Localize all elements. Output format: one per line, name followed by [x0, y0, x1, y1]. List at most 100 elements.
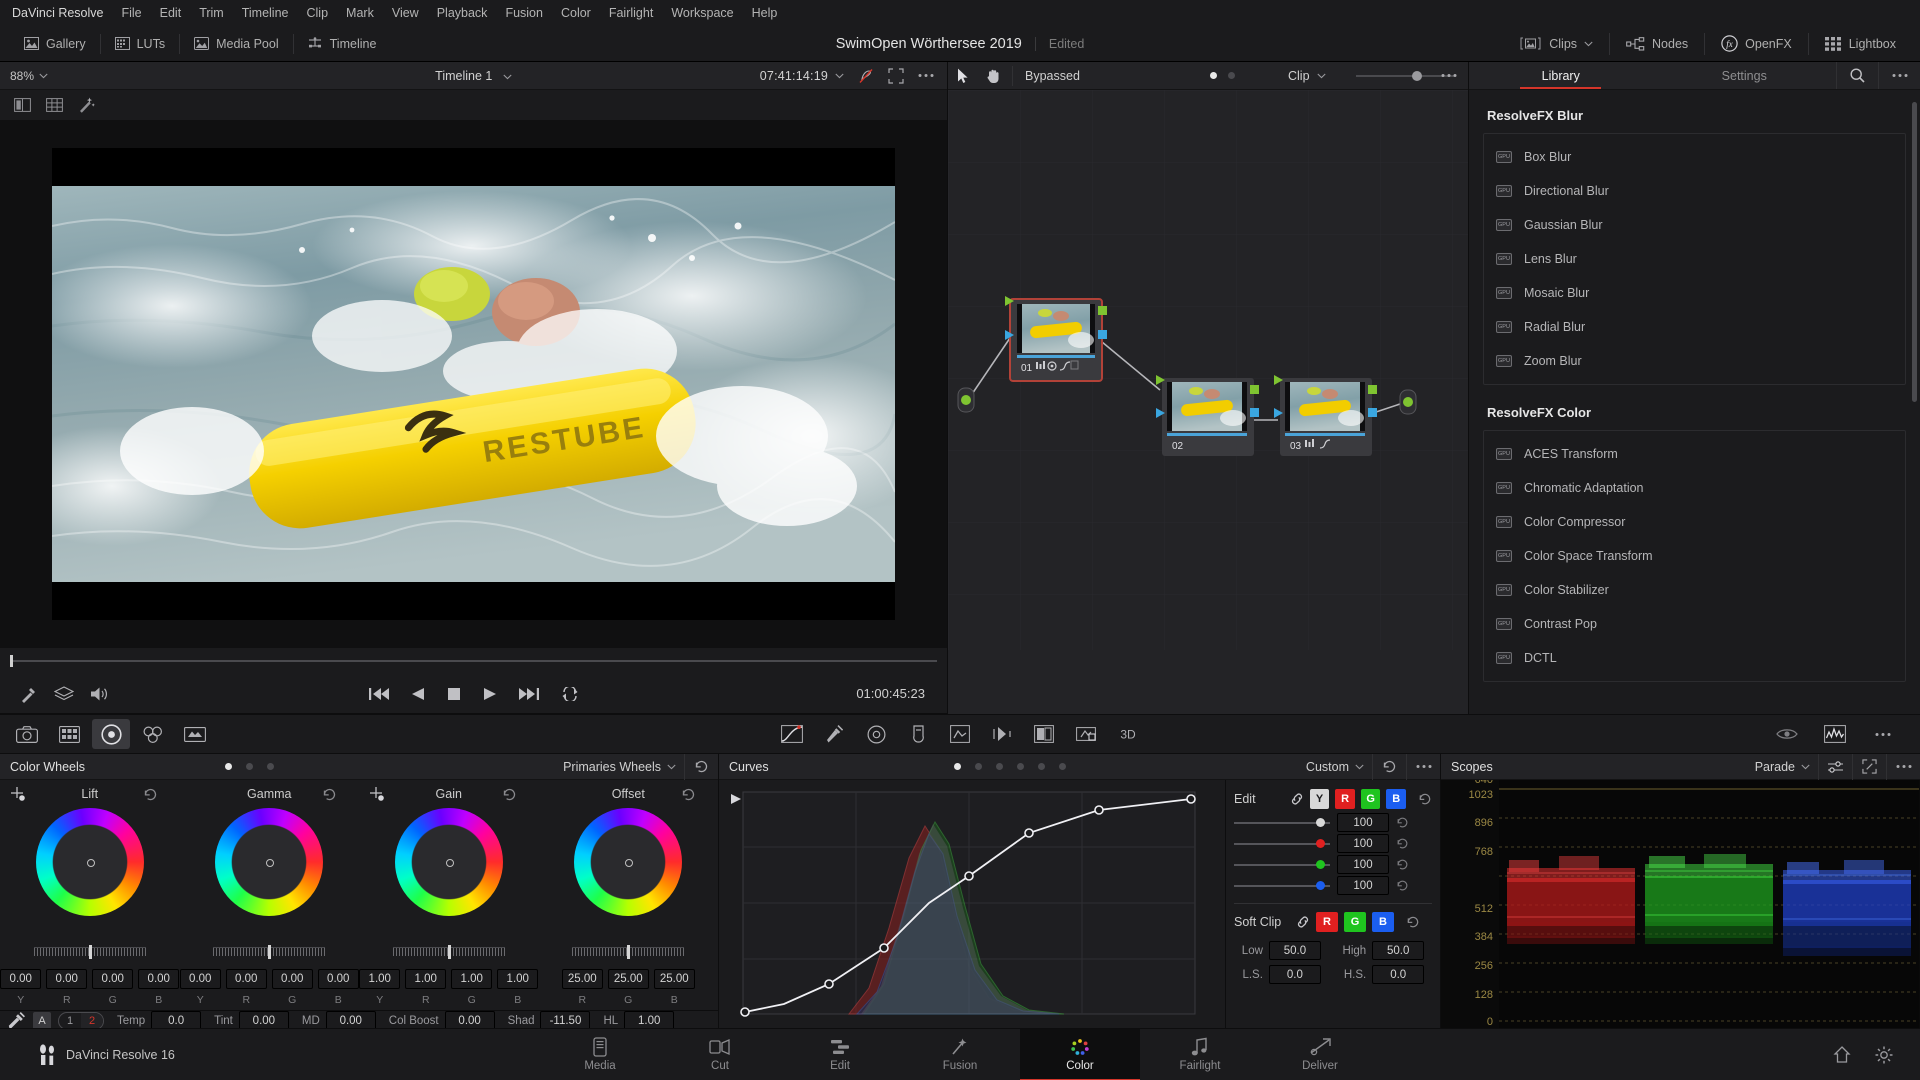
reset-icon[interactable] — [1396, 879, 1409, 892]
offset-value-g[interactable]: 25.00 — [607, 969, 649, 989]
timeline-button[interactable]: Timeline — [294, 31, 391, 57]
stereo-3d-icon[interactable]: 3D — [1109, 719, 1147, 749]
curve-graph[interactable] — [719, 780, 1225, 1028]
qualifier-icon[interactable] — [815, 719, 853, 749]
magic-mask-icon[interactable] — [941, 719, 979, 749]
menu-item-timeline[interactable]: Timeline — [233, 0, 298, 26]
slider-track-r[interactable] — [1234, 838, 1330, 848]
library-item-mosaic-blur[interactable]: GPU Mosaic Blur — [1484, 276, 1905, 310]
more-options-icon[interactable] — [1886, 753, 1920, 780]
gamma-value-b[interactable]: 0.00 — [317, 969, 359, 989]
slider-value-y[interactable]: 100 — [1337, 813, 1389, 832]
menu-item-edit[interactable]: Edit — [151, 0, 191, 26]
link-icon[interactable] — [1296, 916, 1310, 928]
gain-wheel[interactable] — [394, 808, 503, 916]
skip-to-start-icon[interactable] — [368, 687, 389, 701]
reset-icon[interactable] — [322, 787, 337, 802]
channel-chip-g[interactable]: G — [1360, 789, 1381, 809]
page-dot[interactable] — [1058, 763, 1066, 770]
node-size-slider-knob[interactable] — [1412, 70, 1422, 81]
page-dot[interactable] — [1210, 72, 1217, 79]
power-window-icon[interactable] — [857, 719, 895, 749]
reset-icon[interactable] — [502, 787, 517, 802]
library-item-color-space-transform[interactable]: GPU Color Space Transform — [1484, 539, 1905, 573]
nodes-button[interactable]: Nodes — [1610, 31, 1704, 57]
library-item-directional-blur[interactable]: GPU Directional Blur — [1484, 174, 1905, 208]
lift-wheel[interactable] — [35, 808, 144, 916]
soft-clip-chip-b[interactable]: B — [1372, 912, 1394, 932]
library-item-chromatic-adaptation[interactable]: GPU Chromatic Adaptation — [1484, 471, 1905, 505]
soft-clip-ls-value[interactable]: 0.0 — [1268, 965, 1321, 984]
gamma-wheel[interactable] — [215, 808, 324, 916]
split-screen-icon[interactable] — [8, 93, 36, 117]
clips-button[interactable]: Clips — [1503, 31, 1609, 57]
slider-knob-y[interactable] — [1316, 817, 1325, 827]
slider-value-r[interactable]: 100 — [1337, 834, 1389, 853]
menu-item-clip[interactable]: Clip — [298, 0, 338, 26]
channel-chip-y[interactable]: Y — [1309, 789, 1330, 809]
library-item-lens-blur[interactable]: GPU Lens Blur — [1484, 242, 1905, 276]
zoom-selector[interactable]: 88% — [0, 69, 48, 83]
grid-icon[interactable] — [40, 93, 68, 117]
reset-icon[interactable] — [1418, 792, 1432, 806]
slider-knob[interactable] — [447, 944, 451, 959]
menu-item-trim[interactable]: Trim — [190, 0, 233, 26]
openfx-button[interactable]: fx OpenFX — [1705, 31, 1808, 57]
enhance-icon[interactable] — [72, 93, 100, 117]
reset-icon[interactable] — [1396, 816, 1409, 829]
lift-value-b[interactable]: 0.00 — [138, 969, 180, 989]
library-item-box-blur[interactable]: GPU Box Blur — [1484, 140, 1905, 174]
curves-icon[interactable] — [773, 719, 811, 749]
version-1[interactable]: 1 — [59, 1013, 81, 1029]
reset-icon[interactable] — [681, 787, 696, 802]
sizing-icon[interactable] — [1067, 719, 1105, 749]
node-graph-canvas[interactable]: 01 02 03 — [948, 90, 1468, 714]
node-page-dots[interactable] — [1210, 72, 1235, 79]
scrubber-row[interactable] — [0, 648, 947, 674]
slider-track-g[interactable] — [1234, 859, 1330, 869]
menu-item-brand[interactable]: DaVinci Resolve — [10, 0, 112, 26]
menu-item-mark[interactable]: Mark — [337, 0, 383, 26]
menu-item-workspace[interactable]: Workspace — [662, 0, 742, 26]
gamma-value-g[interactable]: 0.00 — [271, 969, 313, 989]
play-icon[interactable] — [483, 687, 497, 701]
library-scrollbar[interactable] — [1912, 102, 1917, 402]
media-pool-button[interactable]: Media Pool — [180, 31, 293, 57]
page-dot[interactable] — [953, 763, 961, 770]
slider-value-g[interactable]: 100 — [1337, 855, 1389, 874]
lift-master-slider[interactable] — [33, 944, 146, 959]
slider-track-b[interactable] — [1234, 880, 1330, 890]
page-dot[interactable] — [224, 763, 232, 770]
page-color[interactable]: Color — [1020, 1028, 1140, 1080]
link-icon[interactable] — [1290, 793, 1304, 805]
menu-item-color[interactable]: Color — [552, 0, 600, 26]
gain-value-g[interactable]: 1.00 — [451, 969, 493, 989]
blur-icon[interactable] — [983, 719, 1021, 749]
slider-knob[interactable] — [268, 944, 272, 959]
version-2[interactable]: 2 — [81, 1013, 103, 1029]
slider-knob[interactable] — [627, 944, 631, 959]
scope-mode-selector[interactable]: Parade — [1755, 760, 1818, 774]
slider-value-b[interactable]: 100 — [1337, 876, 1389, 895]
tab-settings[interactable]: Settings — [1653, 62, 1837, 89]
more-options-icon[interactable] — [1434, 62, 1464, 90]
play-reverse-icon[interactable] — [411, 687, 425, 701]
lift-value-g[interactable]: 0.00 — [92, 969, 134, 989]
menu-item-help[interactable]: Help — [743, 0, 787, 26]
stop-icon[interactable] — [447, 687, 461, 701]
lightbox-button[interactable]: Lightbox — [1809, 31, 1912, 57]
soft-clip-chip-r[interactable]: R — [1316, 912, 1338, 932]
gain-value-y[interactable]: 1.00 — [359, 969, 401, 989]
reset-icon[interactable] — [1396, 837, 1409, 850]
fullscreen-icon[interactable] — [881, 62, 911, 90]
slider-knob-b[interactable] — [1316, 880, 1325, 890]
soft-clip-hs-value[interactable]: 0.0 — [1372, 965, 1425, 984]
search-icon[interactable] — [1836, 62, 1878, 89]
menu-item-playback[interactable]: Playback — [428, 0, 497, 26]
page-media[interactable]: Media — [540, 1029, 660, 1080]
key-icon[interactable] — [1025, 719, 1063, 749]
slider-knob[interactable] — [88, 944, 92, 959]
gain-value-b[interactable]: 1.00 — [497, 969, 539, 989]
luts-button[interactable]: LUTs — [101, 31, 179, 57]
lift-value-r[interactable]: 0.00 — [46, 969, 88, 989]
